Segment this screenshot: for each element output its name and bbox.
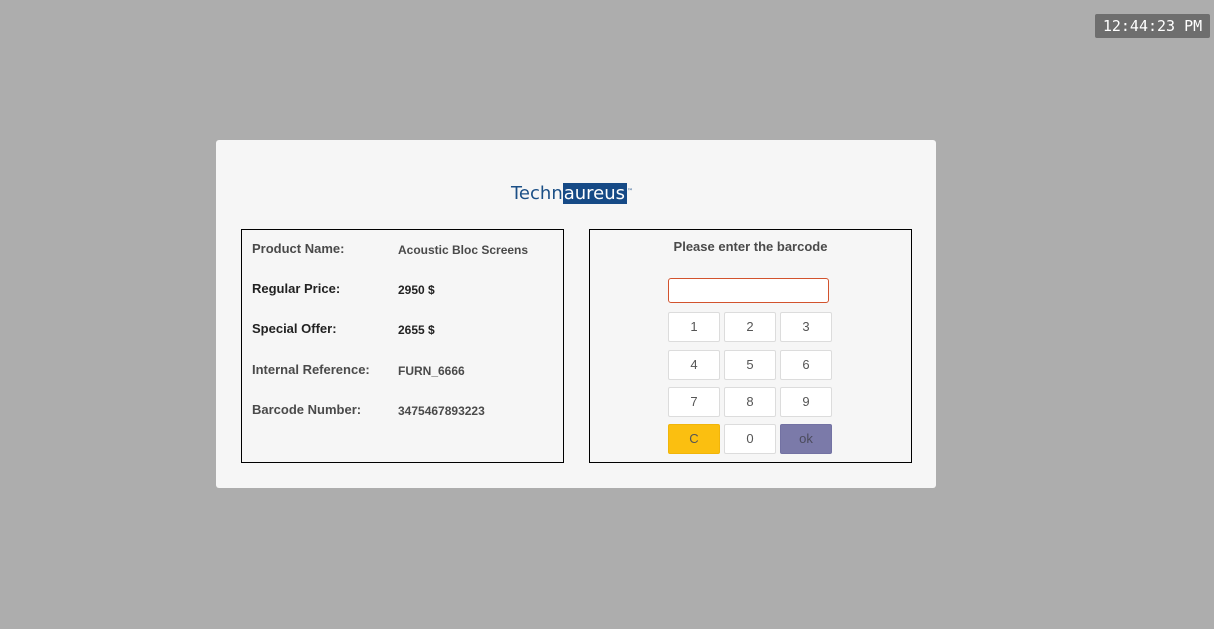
key-8[interactable]: 8 [724,387,776,417]
regular-price-value: 2950 $ [398,283,435,297]
clock-display: 12:44:23 PM [1095,14,1210,38]
key-5[interactable]: 5 [724,350,776,380]
barcode-number-row: Barcode Number: 3475467893223 [252,402,552,422]
product-name-row: Product Name: Acoustic Bloc Screens [252,241,552,261]
key-9[interactable]: 9 [780,387,832,417]
product-name-value: Acoustic Bloc Screens [398,243,529,257]
key-6[interactable]: 6 [780,350,832,380]
special-offer-value: 2655 $ [398,323,435,337]
barcode-number-value: 3475467893223 [398,404,485,418]
key-7[interactable]: 7 [668,387,720,417]
product-name-label: Product Name: [252,241,345,256]
barcode-number-label: Barcode Number: [252,402,362,417]
special-offer-row: Special Offer: 2655 $ [252,321,552,341]
key-1[interactable]: 1 [668,312,720,342]
clear-button[interactable]: C [668,424,720,454]
logo-text-part1: Techn [511,183,563,204]
ok-button[interactable]: ok [780,424,832,454]
regular-price-row: Regular Price: 2950 $ [252,281,552,301]
key-4[interactable]: 4 [668,350,720,380]
price-checker-card: Technaureus ™ Product Name: Acoustic Bloc… [216,140,936,488]
key-2[interactable]: 2 [724,312,776,342]
regular-price-label: Regular Price: [252,281,341,296]
logo-trademark: ™ [627,188,634,195]
logo-text-part2: aureus [562,183,628,204]
internal-reference-value: FURN_6666 [398,364,465,378]
internal-reference-row: Internal Reference: FURN_6666 [252,362,552,382]
company-logo: Technaureus ™ [511,182,633,206]
key-3[interactable]: 3 [780,312,832,342]
barcode-keypad-panel: Please enter the barcode 1 2 3 4 5 6 7 8… [589,229,912,463]
product-info-panel: Product Name: Acoustic Bloc Screens Regu… [241,229,564,463]
special-offer-label: Special Offer: [252,321,337,336]
internal-reference-label: Internal Reference: [252,362,370,377]
barcode-input[interactable] [668,278,829,303]
keypad-title: Please enter the barcode [673,239,828,254]
key-0[interactable]: 0 [724,424,776,454]
